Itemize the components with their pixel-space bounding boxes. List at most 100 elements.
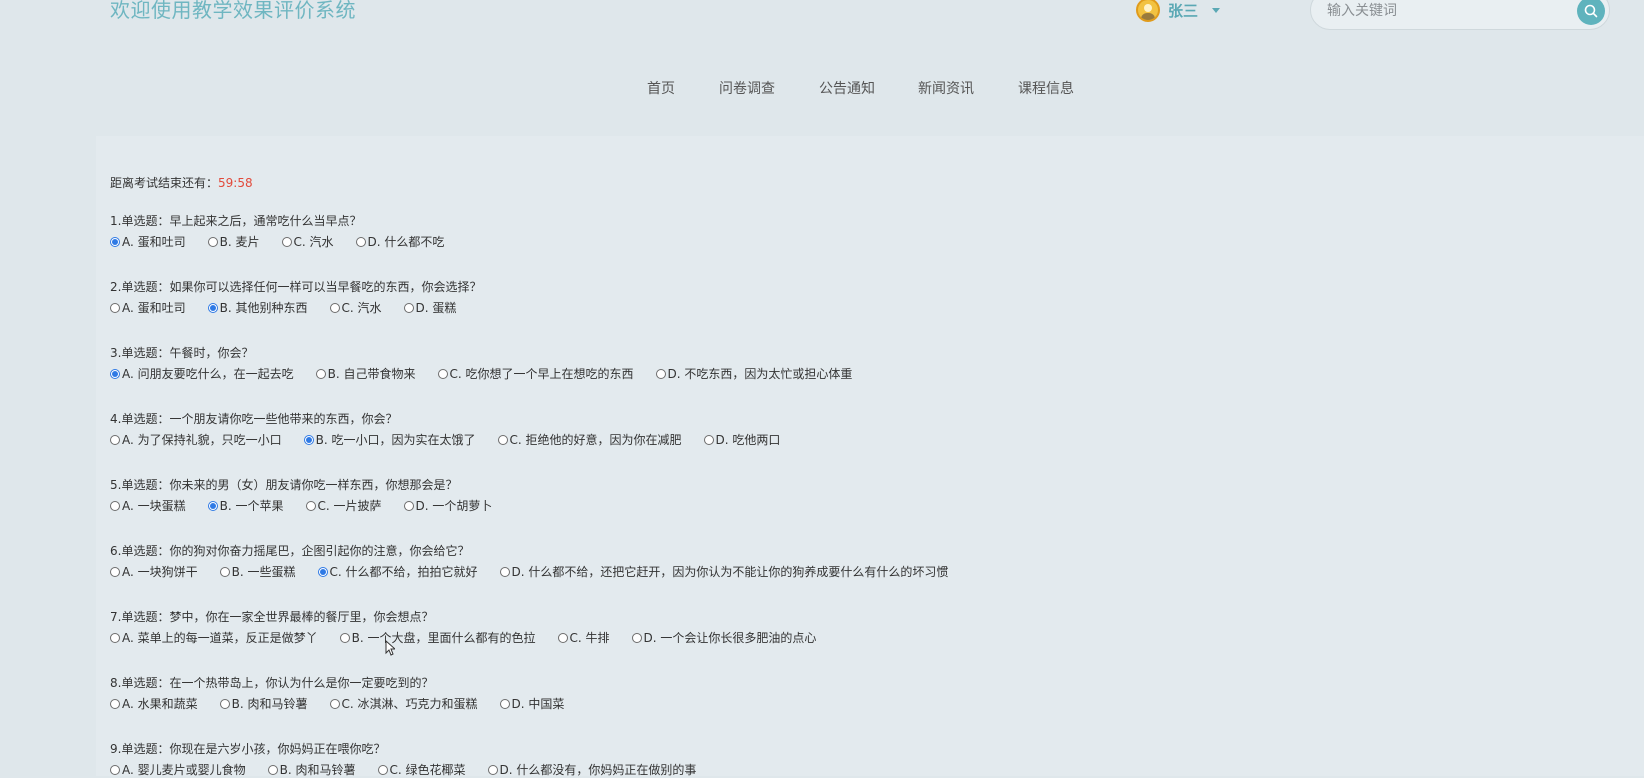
radio-button[interactable] xyxy=(303,434,314,445)
search-button[interactable] xyxy=(1577,0,1605,25)
option-a[interactable]: A. 水果和蔬菜 xyxy=(110,695,198,712)
option-b[interactable]: B. 一个大盘，里面什么都有的色拉 xyxy=(339,629,536,646)
option-a[interactable]: A. 为了保持礼貌，只吃一小口 xyxy=(110,431,282,448)
radio-button[interactable] xyxy=(219,566,230,577)
radio-button[interactable] xyxy=(403,500,414,511)
option-label: D. 中国菜 xyxy=(511,697,565,711)
radio-button[interactable] xyxy=(281,236,292,247)
radio-button[interactable] xyxy=(315,368,326,379)
nav-item-home[interactable]: 首页 xyxy=(647,78,675,98)
option-d[interactable]: D. 蛋糕 xyxy=(403,299,456,316)
radio-button[interactable] xyxy=(497,434,508,445)
option-d[interactable]: D. 一个胡萝卜 xyxy=(403,497,492,514)
radio-button[interactable] xyxy=(110,500,120,511)
question-4: 4.单选题：一个朋友请你吃一些他带来的东西，你会？ A. 为了保持礼貌，只吃一小口… xyxy=(110,410,802,448)
radio-button[interactable] xyxy=(377,764,388,775)
question-options: A. 一块蛋糕 B. 一个苹果 C. 一片披萨 D. 一个胡萝卜 xyxy=(110,497,514,514)
radio-button[interactable] xyxy=(329,698,340,709)
user-menu[interactable]: 张三 xyxy=(1136,0,1221,24)
option-a[interactable]: A. 一块狗饼干 xyxy=(110,563,198,580)
radio-button[interactable] xyxy=(329,302,340,313)
option-label: A. 蛋和吐司 xyxy=(122,235,186,249)
radio-button[interactable] xyxy=(631,632,642,643)
option-a[interactable]: A. 蛋和吐司 xyxy=(110,299,186,316)
radio-button[interactable] xyxy=(110,236,120,247)
option-c[interactable]: C. 一片披萨 xyxy=(305,497,382,514)
nav-item-course[interactable]: 课程信息 xyxy=(1018,78,1074,98)
option-label: B. 肉和马铃薯 xyxy=(231,697,308,711)
option-d[interactable]: D. 一个会让你长很多肥油的点心 xyxy=(631,629,816,646)
option-c[interactable]: C. 汽水 xyxy=(329,299,382,316)
radio-button[interactable] xyxy=(499,698,510,709)
radio-button[interactable] xyxy=(110,632,120,643)
option-d[interactable]: D. 中国菜 xyxy=(499,695,565,712)
option-d[interactable]: D. 什么都不给，还把它赶开，因为你认为不能让你的狗养成要什么有什么的坏习惯 xyxy=(499,563,949,580)
option-label: D. 什么都没有，你妈妈正在做别的事 xyxy=(499,763,697,777)
option-label: B. 一个苹果 xyxy=(219,499,284,513)
radio-button[interactable] xyxy=(703,434,714,445)
radio-button[interactable] xyxy=(110,566,120,577)
user-name[interactable]: 张三 xyxy=(1168,0,1198,21)
option-c[interactable]: C. 汽水 xyxy=(281,233,334,250)
option-c[interactable]: C. 冰淇淋、巧克力和蛋糕 xyxy=(329,695,478,712)
option-a[interactable]: A. 问朋友要吃什么，在一起去吃 xyxy=(110,365,294,382)
option-label: A. 蛋和吐司 xyxy=(122,301,186,315)
option-b[interactable]: B. 自己带食物来 xyxy=(315,365,416,382)
option-b[interactable]: B. 麦片 xyxy=(207,233,260,250)
option-label: B. 肉和马铃薯 xyxy=(279,763,356,777)
radio-button[interactable] xyxy=(110,434,120,445)
radio-button[interactable] xyxy=(219,698,230,709)
option-c[interactable]: C. 绿色花椰菜 xyxy=(377,761,466,778)
nav-item-news[interactable]: 新闻资讯 xyxy=(918,78,974,98)
chevron-down-icon[interactable] xyxy=(1212,7,1221,13)
radio-button[interactable] xyxy=(487,764,498,775)
radio-button[interactable] xyxy=(110,368,120,379)
option-d[interactable]: D. 什么都不吃 xyxy=(355,233,444,250)
radio-button[interactable] xyxy=(403,302,414,313)
option-label: C. 一片披萨 xyxy=(317,499,382,513)
question-options: A. 问朋友要吃什么，在一起去吃 B. 自己带食物来 C. 吃你想了一个早上在想吃的… xyxy=(110,365,874,382)
radio-button[interactable] xyxy=(317,566,328,577)
radio-button[interactable] xyxy=(499,566,510,577)
option-a[interactable]: A. 婴儿麦片或婴儿食物 xyxy=(110,761,246,778)
option-a[interactable]: A. 一块蛋糕 xyxy=(110,497,186,514)
radio-button[interactable] xyxy=(437,368,448,379)
option-d[interactable]: D. 什么都没有，你妈妈正在做别的事 xyxy=(487,761,697,778)
nav-item-notice[interactable]: 公告通知 xyxy=(819,78,875,98)
radio-button[interactable] xyxy=(339,632,350,643)
option-d[interactable]: D. 不吃东西，因为太忙或担心体重 xyxy=(655,365,852,382)
option-c[interactable]: C. 牛排 xyxy=(557,629,610,646)
option-c[interactable]: C. 什么都不给，拍拍它就好 xyxy=(317,563,478,580)
radio-button[interactable] xyxy=(207,236,218,247)
question-options: A. 蛋和吐司 B. 其他别种东西 C. 汽水 D. 蛋糕 xyxy=(110,299,481,316)
option-b[interactable]: B. 吃一小口，因为实在太饿了 xyxy=(303,431,476,448)
radio-button[interactable] xyxy=(655,368,666,379)
search-box xyxy=(1310,0,1610,30)
option-d[interactable]: D. 吃他两口 xyxy=(703,431,780,448)
search-input[interactable] xyxy=(1325,0,1559,23)
radio-button[interactable] xyxy=(355,236,366,247)
option-b[interactable]: B. 肉和马铃薯 xyxy=(219,695,308,712)
radio-button[interactable] xyxy=(110,764,120,775)
radio-button[interactable] xyxy=(557,632,568,643)
radio-button[interactable] xyxy=(110,698,120,709)
option-b[interactable]: B. 一个苹果 xyxy=(207,497,284,514)
option-label: D. 什么都不给，还把它赶开，因为你认为不能让你的狗养成要什么有什么的坏习惯 xyxy=(511,565,949,579)
radio-button[interactable] xyxy=(207,302,218,313)
option-a[interactable]: A. 菜单上的每一道菜，反正是做梦丫 xyxy=(110,629,318,646)
option-label: B. 吃一小口，因为实在太饿了 xyxy=(315,433,476,447)
avatar-icon[interactable] xyxy=(1136,0,1160,22)
radio-button[interactable] xyxy=(305,500,316,511)
option-b[interactable]: B. 肉和马铃薯 xyxy=(267,761,356,778)
nav-item-survey[interactable]: 问卷调查 xyxy=(719,78,775,98)
radio-button[interactable] xyxy=(110,302,120,313)
option-a[interactable]: A. 蛋和吐司 xyxy=(110,233,186,250)
timer-label: 距离考试结束还有： xyxy=(110,176,219,190)
option-c[interactable]: C. 拒绝他的好意，因为你在减肥 xyxy=(497,431,682,448)
option-b[interactable]: B. 其他别种东西 xyxy=(207,299,308,316)
option-c[interactable]: C. 吃你想了一个早上在想吃的东西 xyxy=(437,365,634,382)
radio-button[interactable] xyxy=(267,764,278,775)
question-9: 9.单选题：你现在是六岁小孩，你妈妈正在喂你吃？ A. 婴儿麦片或婴儿食物 B. 肉… xyxy=(110,740,718,778)
radio-button[interactable] xyxy=(207,500,218,511)
option-b[interactable]: B. 一些蛋糕 xyxy=(219,563,296,580)
